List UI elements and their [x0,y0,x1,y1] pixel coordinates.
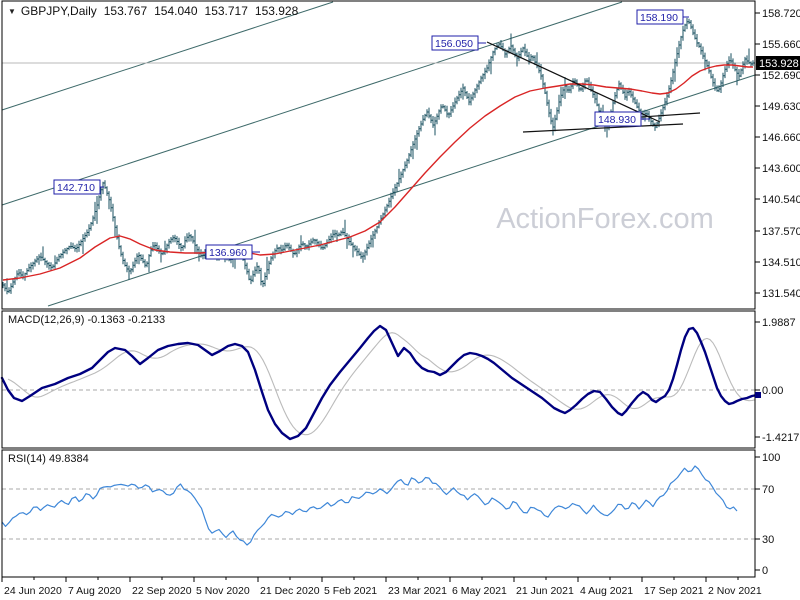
rsi-axis-label: 100 [762,452,780,464]
price-axis-label: 149.630 [762,101,800,113]
symbol-period-label: GBPJPY,Daily [20,4,97,18]
low-value: 153.717 [204,4,248,18]
close-value: 153.928 [254,4,299,18]
rsi-line [1,465,738,546]
date-label: 4 Aug 2021 [580,585,633,597]
panel-border [1,449,756,578]
pattern-line [486,41,661,123]
price-axis-label: 155.660 [762,39,800,51]
price-axis-label: 134.510 [762,257,800,269]
date-label: 2 Nov 2021 [708,585,762,597]
macd-current-marker [755,392,761,398]
date-label: 23 Mar 2021 [388,585,447,597]
price-axis-label: 152.690 [762,70,800,82]
rsi-axis-label: 0 [762,565,768,577]
price-axis-label: 143.600 [762,163,800,175]
annotation-label: 136.960 [209,247,247,259]
rsi-axis-label: 30 [762,534,774,546]
symbol-dropdown-icon[interactable]: ▼ [8,7,16,16]
price-axis-label: 146.660 [762,132,800,144]
candlestick-bars [2,17,755,295]
rsi-indicator-label: RSI(14) 49.8384 [8,453,89,465]
date-label: 5 Feb 2021 [324,585,377,597]
price-axis-label: 140.540 [762,194,800,206]
price-axis-label: 158.720 [762,8,800,20]
date-label: 7 Aug 2020 [68,585,121,597]
high-value: 154.040 [154,4,198,18]
macd-main-line [0,324,759,441]
date-label: 21 Dec 2020 [260,585,320,597]
channel-trend-line [47,74,756,307]
channel-trend-line [1,1,334,111]
macd-panel: 1.9887 0.00 -1.4217 [0,310,799,449]
rsi-axis-label: 70 [762,484,774,496]
panel-border [1,0,756,310]
date-label: 6 May 2021 [452,585,507,597]
date-label: 22 Sep 2020 [132,585,192,597]
date-label: 24 Jun 2020 [4,585,62,597]
date-label: 17 Sep 2021 [644,585,704,597]
date-label: 21 Jun 2021 [516,585,574,597]
macd-indicator-label: MACD(12,26,9) -0.1363 -0.2133 [8,314,166,326]
date-label: 5 Nov 2020 [196,585,250,597]
annotation-label: 142.710 [57,182,95,194]
ohlc-bar-path [2,17,754,295]
macd-axis-label: 0.00 [762,385,783,397]
trading-chart-window: ActionForex.com ▼ GBPJPY,Daily 153.767 154.… [0,0,800,600]
rsi-panel: 100 70 30 0 [1,449,780,578]
annotation-label: 158.190 [640,12,678,24]
price-axis-label: 137.570 [762,226,800,238]
annotation-label: 156.050 [435,38,473,50]
price-axis-label: 131.540 [762,288,800,300]
price-panel: 158.190 156.050 142.710 136.960 148.930 158.7… [1,0,800,310]
macd-axis-label: 1.9887 [762,317,796,329]
chart-title: ▼ GBPJPY,Daily 153.767 154.040 153.717 153.92… [8,4,298,18]
current-price-tag-label: 153.928 [759,58,799,70]
channel-trend-line [1,1,623,206]
close-tick-path [3,21,755,292]
chart-canvas: 158.190 156.050 142.710 136.960 148.930 158.7… [0,0,800,597]
macd-axis-label: -1.4217 [762,432,799,444]
date-axis: 24 Jun 2020 7 Aug 2020 22 Sep 2020 5 Nov 20… [1,577,762,597]
open-value: 153.767 [103,4,148,18]
panel-border [1,310,756,449]
annotation-label: 148.930 [598,114,636,126]
moving-average-line [2,64,753,281]
